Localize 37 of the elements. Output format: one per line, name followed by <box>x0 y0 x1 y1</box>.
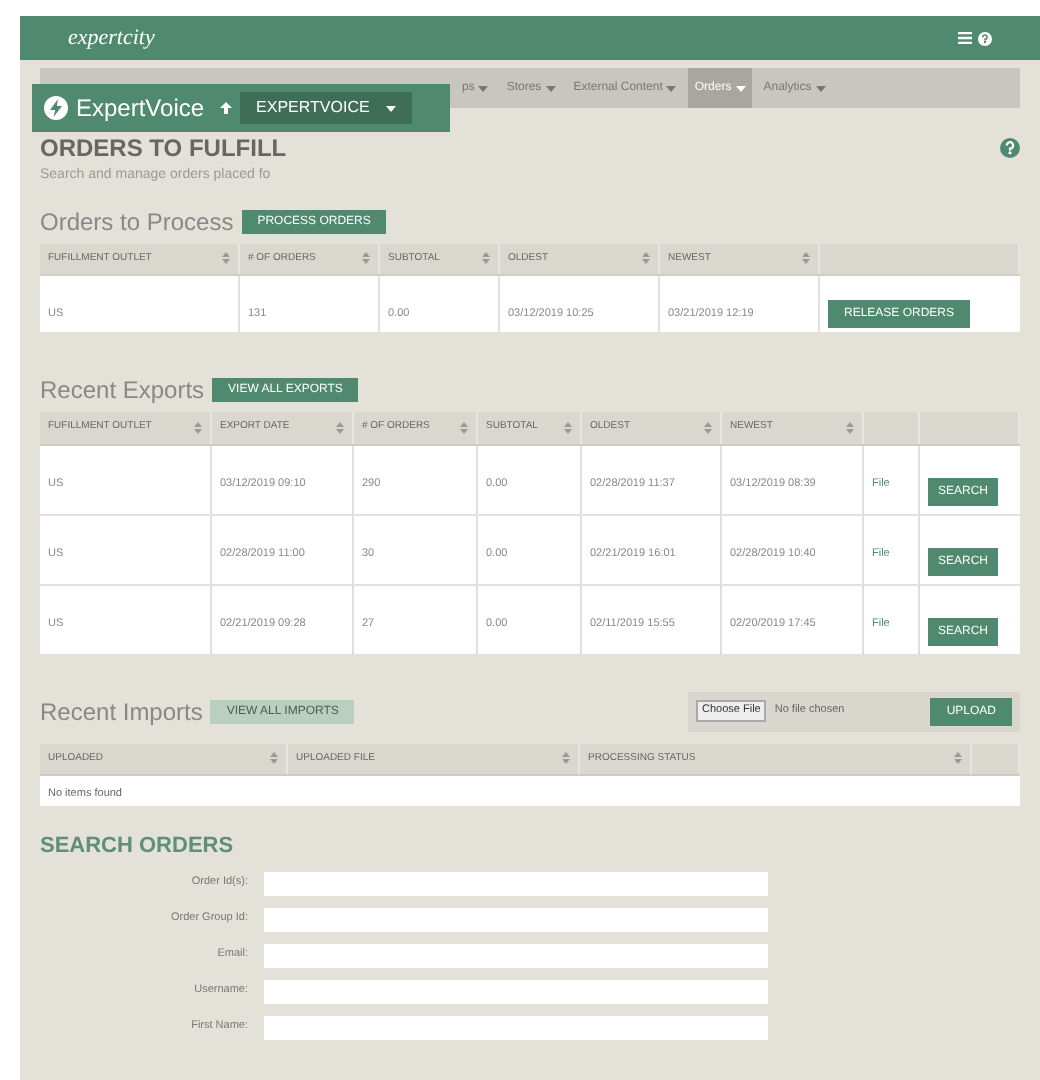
sort-icon <box>460 421 468 434</box>
sort-icon <box>270 752 278 765</box>
sort-icon <box>222 252 230 265</box>
sort-icon <box>954 752 962 765</box>
input-field[interactable] <box>264 1015 768 1039</box>
sort-icon <box>562 752 570 765</box>
bolt-icon <box>44 96 68 120</box>
menu-icon[interactable] <box>958 32 972 44</box>
caret-icon <box>478 85 489 91</box>
sort-icon <box>846 421 854 434</box>
help-icon[interactable] <box>978 31 992 45</box>
input-field[interactable] <box>264 907 768 931</box>
caret-icon <box>735 85 746 91</box>
logo[interactable]: expertcity <box>68 21 155 55</box>
caret-icon <box>815 85 826 91</box>
section-heading: Orders to Process <box>40 205 234 239</box>
page-title: ORDERS TO FULFILL <box>40 136 287 160</box>
section-title: SEARCH ORDERS <box>40 832 236 862</box>
section-heading: Recent Imports <box>40 695 203 729</box>
input-field[interactable] <box>264 871 768 895</box>
sort-icon <box>336 421 344 434</box>
brand-name: ExpertVoice <box>76 92 205 126</box>
sort-icon <box>194 421 202 434</box>
sort-icon <box>482 252 490 265</box>
help-icon[interactable] <box>1000 138 1020 158</box>
input-field[interactable] <box>264 943 768 967</box>
sort-icon <box>802 252 810 265</box>
section-heading: Recent Exports <box>40 374 205 408</box>
arrow-up-icon <box>220 102 233 114</box>
brand-dropdown[interactable]: EXPERTVOICE <box>240 92 412 124</box>
caret-icon <box>545 85 556 91</box>
sort-icon <box>704 421 712 434</box>
sort-icon <box>564 421 572 434</box>
caret-icon <box>666 85 677 91</box>
sort-icon <box>642 252 650 265</box>
input-field[interactable] <box>264 979 768 1003</box>
sort-icon <box>362 252 370 265</box>
